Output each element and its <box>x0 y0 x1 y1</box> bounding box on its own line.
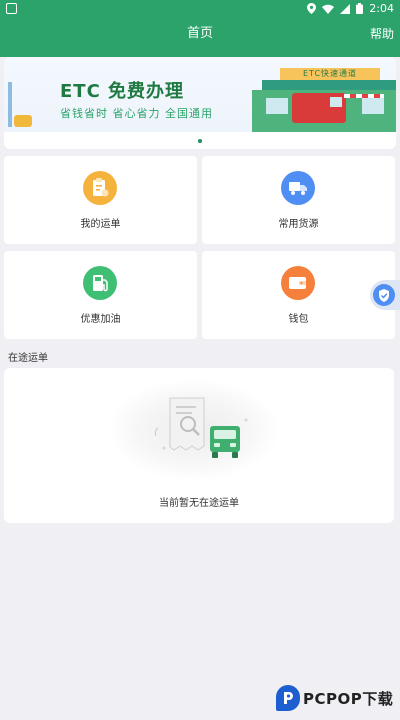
banner-title: ETC 免费办理 <box>60 81 185 102</box>
location-icon <box>307 3 317 14</box>
waybill-icon <box>83 171 117 205</box>
status-bar: 2:04 <box>0 0 400 17</box>
banner-subtitle: 省钱省时 省心省力 全国通用 <box>60 107 213 120</box>
battery-icon <box>356 3 364 14</box>
menu-label: 常用货源 <box>278 219 319 230</box>
banner-carousel[interactable]: ETC 免费办理 省钱省时 省心省力 全国通用 ETC快速通道 <box>4 57 396 149</box>
menu-my-waybills[interactable]: 我的运单 <box>4 156 197 244</box>
banner-coin-graphic <box>14 115 32 127</box>
carousel-indicator <box>4 135 396 147</box>
truck-graphic <box>292 93 346 123</box>
banner-pole-graphic <box>8 82 12 127</box>
menu-fuel-discount[interactable]: 优惠加油 <box>4 251 197 339</box>
empty-waybill-illustration <box>154 397 248 458</box>
truck-icon <box>281 171 315 205</box>
status-time: 2:04 <box>369 2 394 15</box>
menu-label: 钱包 <box>288 314 309 325</box>
menu-wallet[interactable]: 钱包 <box>202 251 395 339</box>
wallet-icon <box>281 266 315 300</box>
menu-label: 我的运单 <box>80 219 121 230</box>
banner-tag: ETC快速通道 <box>280 68 380 80</box>
menu-common-sources[interactable]: 常用货源 <box>202 156 395 244</box>
in-transit-empty-state: 当前暂无在途运单 <box>4 368 394 523</box>
menu-label: 优惠加油 <box>80 314 121 325</box>
toll-roof-graphic <box>262 80 396 90</box>
empty-message: 当前暂无在途运单 <box>159 498 239 509</box>
page-title: 首页 <box>186 26 213 41</box>
toll-barrier-graphic <box>344 94 384 98</box>
etc-banner[interactable]: ETC 免费办理 省钱省时 省心省力 全国通用 ETC快速通道 <box>4 57 396 132</box>
watermark-text: PCPOP下载 <box>303 689 394 708</box>
pcpop-logo-icon <box>276 685 300 711</box>
floating-service-button[interactable] <box>370 280 400 310</box>
section-title: 在途运单 <box>8 353 48 364</box>
app-header: 首页 帮助 <box>0 17 400 57</box>
wifi-icon <box>322 4 335 14</box>
app-notification-icon <box>6 3 17 14</box>
fuel-pump-icon <box>83 266 117 300</box>
shield-icon <box>373 284 395 306</box>
signal-icon <box>340 3 351 14</box>
pcpop-watermark: PCPOP下载 <box>276 683 398 713</box>
help-button[interactable]: 帮助 <box>370 17 394 57</box>
carousel-dot-active <box>198 139 202 143</box>
